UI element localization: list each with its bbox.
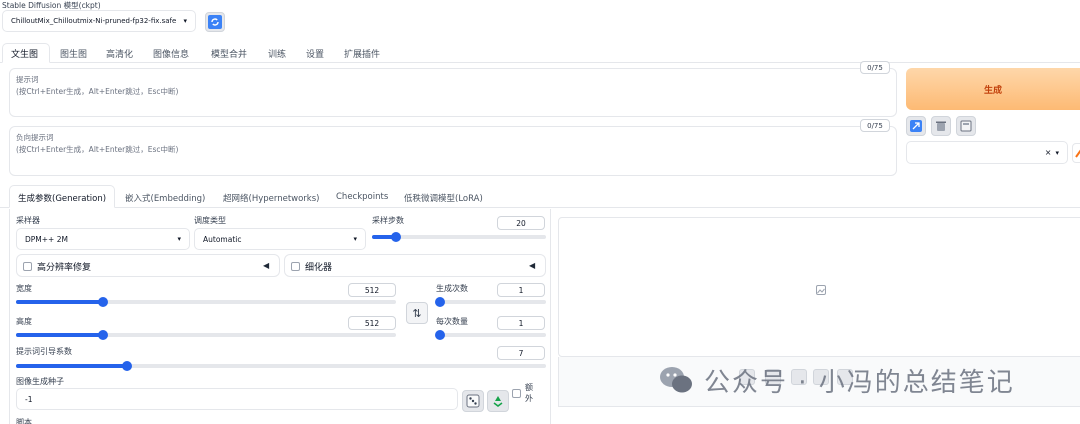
image-output-panel: [558, 217, 1080, 357]
width-input[interactable]: 512: [348, 283, 396, 297]
generate-button[interactable]: 生成: [906, 68, 1080, 110]
apply-style-button[interactable]: [1072, 143, 1080, 163]
height-slider-fill: [16, 333, 104, 337]
refiner-label: 细化器: [305, 263, 333, 273]
width-slider[interactable]: [16, 297, 396, 307]
seed-input[interactable]: -1: [16, 388, 458, 410]
tab-merge[interactable]: 模型合并: [211, 47, 247, 60]
watermark: 公众号 · 小冯的总结笔记: [658, 362, 1015, 398]
main-tabs-divider: [0, 62, 1080, 63]
extra-seed-label: 额外: [525, 383, 533, 403]
tab-txt2img[interactable]: 文生图: [11, 47, 38, 60]
prompt-token-counter: 0/75: [860, 61, 890, 74]
tab-generation[interactable]: 生成参数(Generation): [18, 192, 106, 204]
negative-prompt-label: 负向提示词: [16, 133, 54, 142]
sub-tabs-divider: [0, 207, 1080, 208]
sampler-select[interactable]: DPM++ 2M ▾: [16, 228, 190, 250]
wechat-icon: [660, 367, 692, 393]
chevron-down-icon: ▾: [1055, 148, 1059, 157]
tab-extensions[interactable]: 扩展插件: [344, 47, 380, 60]
chevron-down-icon: ▾: [177, 235, 181, 243]
model-select-value: ChilloutMix_Chilloutmix-Ni-pruned-fp32-f…: [11, 17, 177, 25]
reuse-seed-button[interactable]: [487, 390, 509, 412]
clear-styles-icon[interactable]: ×: [1045, 148, 1052, 157]
chevron-down-icon: ▾: [353, 235, 357, 243]
caret-left-icon: ◀: [263, 261, 270, 270]
tab-extras[interactable]: 高清化: [106, 47, 133, 60]
cfg-label: 提示词引导系数: [16, 347, 72, 356]
extra-seed-checkbox[interactable]: [512, 389, 521, 398]
sampler-label: 采样器: [16, 216, 40, 225]
batch-count-label: 生成次数: [436, 284, 468, 293]
steps-slider[interactable]: [372, 232, 546, 242]
negative-prompt-placeholder: (按Ctrl+Enter生成，Alt+Enter跳过，Esc中断): [16, 145, 179, 154]
brush-icon: [1075, 149, 1080, 158]
styles-dropdown[interactable]: × ▾: [906, 141, 1068, 164]
batch-size-slider-handle[interactable]: [435, 330, 445, 340]
negative-prompt-textarea[interactable]: 负向提示词 (按Ctrl+Enter生成，Alt+Enter跳过，Esc中断): [9, 126, 897, 176]
card-icon: [960, 120, 972, 132]
refresh-model-button[interactable]: [205, 12, 225, 32]
width-slider-fill: [16, 300, 104, 304]
caret-left-icon: ◀: [529, 261, 536, 270]
recycle-icon: [493, 396, 503, 407]
height-slider[interactable]: [16, 330, 396, 340]
tab-embedding[interactable]: 嵌入式(Embedding): [125, 192, 205, 204]
batch-count-slider-handle[interactable]: [435, 297, 445, 307]
batch-count-slider[interactable]: [435, 297, 546, 307]
height-input[interactable]: 512: [348, 316, 396, 330]
arrow-icon: [910, 120, 922, 132]
tab-train[interactable]: 训练: [268, 47, 286, 60]
swap-dimensions-button[interactable]: ⇅: [406, 302, 428, 324]
hires-fix-checkbox[interactable]: [23, 262, 32, 271]
clear-prompt-button[interactable]: [931, 116, 951, 136]
prompt-placeholder: (按Ctrl+Enter生成，Alt+Enter跳过，Esc中断): [16, 87, 179, 96]
steps-label: 采样步数: [372, 216, 404, 225]
extra-networks-button[interactable]: [956, 116, 976, 136]
seed-value: -1: [25, 394, 33, 404]
model-select[interactable]: ChilloutMix_Chilloutmix-Ni-pruned-fp32-f…: [2, 10, 196, 32]
hires-fix-label: 高分辨率修复: [37, 263, 92, 273]
refiner-checkbox[interactable]: [291, 262, 300, 271]
batch-size-label: 每次数量: [436, 317, 468, 326]
schedule-value: Automatic: [203, 234, 242, 244]
hires-fix-accordion[interactable]: 高分辨率修复 ◀: [16, 254, 280, 277]
chevron-down-icon: ▾: [183, 17, 187, 25]
batch-size-input[interactable]: 1: [497, 316, 545, 330]
height-label: 高度: [16, 317, 32, 326]
steps-input[interactable]: 20: [497, 216, 545, 230]
tab-settings[interactable]: 设置: [306, 47, 324, 60]
generate-label: 生成: [983, 85, 1002, 96]
paste-params-button[interactable]: [906, 116, 926, 136]
width-label: 宽度: [16, 284, 32, 293]
swap-icon: ⇅: [412, 306, 422, 320]
dice-icon: [466, 394, 480, 408]
refiner-accordion[interactable]: 细化器 ◀: [284, 254, 546, 277]
negative-token-counter: 0/75: [860, 119, 890, 132]
cfg-slider[interactable]: [16, 361, 546, 371]
cfg-slider-fill: [16, 364, 128, 368]
image-placeholder-icon: [816, 285, 826, 295]
watermark-text: 公众号 · 小冯的总结笔记: [704, 367, 1015, 398]
seed-label: 图像生成种子: [16, 377, 64, 386]
tab-lora[interactable]: 低秩微调模型(LoRA): [404, 192, 483, 204]
batch-size-slider[interactable]: [435, 330, 546, 340]
tab-png-info[interactable]: 图像信息: [153, 47, 189, 60]
cfg-input[interactable]: 7: [497, 346, 545, 360]
tab-checkpoints[interactable]: Checkpoints: [336, 192, 388, 202]
script-label: 脚本: [16, 418, 32, 424]
schedule-select[interactable]: Automatic ▾: [194, 228, 366, 250]
tab-hypernetworks[interactable]: 超网络(Hypernetworks): [223, 192, 319, 204]
sampler-value: DPM++ 2M: [25, 234, 68, 244]
prompt-label: 提示词: [16, 75, 39, 84]
prompt-textarea[interactable]: 提示词 (按Ctrl+Enter生成，Alt+Enter跳过，Esc中断): [9, 68, 897, 117]
trash-icon: [936, 121, 946, 131]
refresh-icon: [208, 15, 222, 29]
tab-img2img[interactable]: 图生图: [60, 47, 87, 60]
schedule-label: 调度类型: [194, 216, 226, 225]
random-seed-button[interactable]: [462, 390, 484, 412]
batch-count-input[interactable]: 1: [497, 283, 545, 297]
